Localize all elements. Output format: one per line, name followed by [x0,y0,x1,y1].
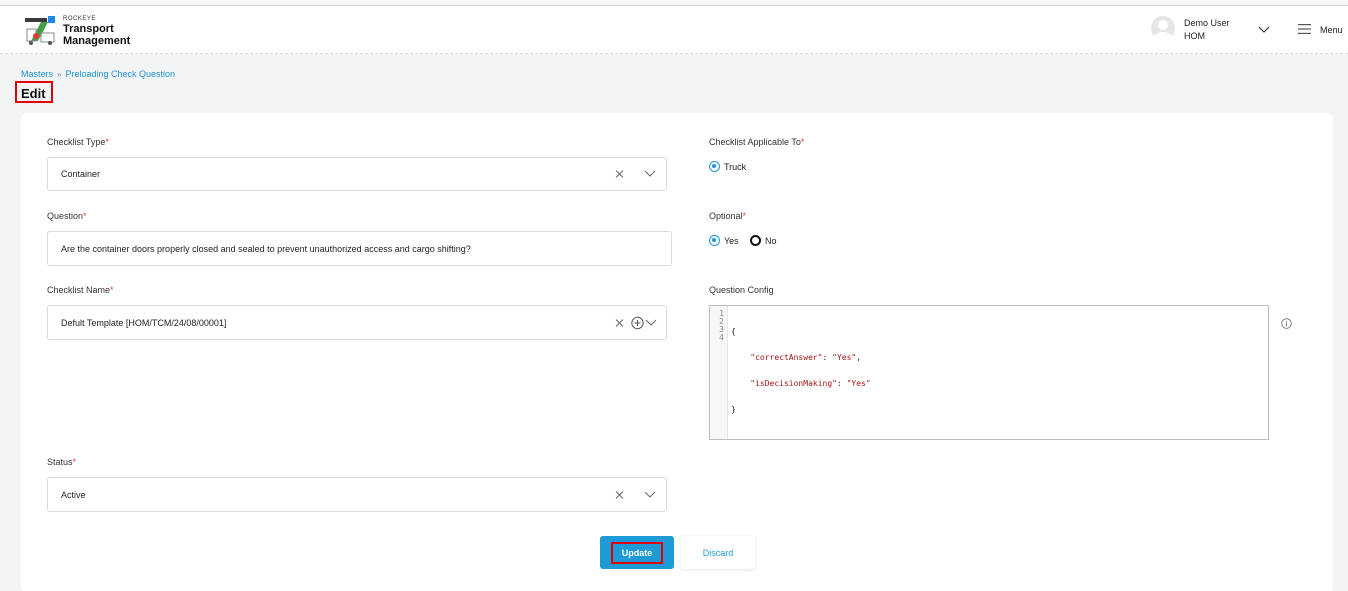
optional-label: Optional* [709,211,747,221]
discard-button[interactable]: Discard [681,536,755,569]
chevron-down-icon[interactable] [645,319,657,327]
radio-checked-icon [709,235,720,246]
status-label: Status* [47,457,77,467]
update-button[interactable]: Update [600,536,674,569]
radio-unchecked-icon [750,235,761,246]
radio-truck-label: Truck [724,161,747,172]
question-config-editor[interactable]: 1 2 3 4 { "correctAnswer": "Yes", "isDec… [709,305,1269,440]
checklist-type-select[interactable]: Container [47,157,667,191]
question-input[interactable]: Are the container doors properly closed … [47,231,672,266]
radio-yes-label: Yes [724,235,739,246]
info-icon[interactable] [1281,318,1292,329]
checklist-name-value: Defult Template [HOM/TCM/24/08/00001] [61,317,227,328]
question-value: Are the container doors properly closed … [61,243,471,254]
status-value: Active [61,489,86,500]
checklist-name-label: Checklist Name* [47,285,114,295]
hamburger-icon[interactable] [1298,24,1311,34]
app-header: ROCKEYE Transport Management Demo User H… [0,6,1348,54]
breadcrumb-current[interactable]: Preloading Check Question [65,69,175,79]
update-button-label: Update [611,541,663,564]
code-content: { "correctAnswer": "Yes", "isDecisionMak… [731,327,871,414]
clear-icon[interactable] [615,490,624,499]
clear-icon[interactable] [615,170,624,179]
line-numbers: 1 2 3 4 [710,306,728,439]
radio-no-label: No [765,235,777,246]
page-title: Edit [15,81,53,103]
add-circle-icon[interactable] [631,316,644,329]
breadcrumb-masters[interactable]: Masters [21,69,53,79]
menu-button[interactable]: Menu [1320,25,1343,35]
checklist-name-select[interactable]: Defult Template [HOM/TCM/24/08/00001] [47,305,667,340]
question-label: Question* [47,211,87,221]
avatar[interactable] [1151,16,1175,40]
clear-icon[interactable] [615,318,624,327]
rockeye-logo-icon [25,16,55,45]
question-config-label: Question Config [709,285,774,295]
breadcrumb-separator-icon: » [57,70,62,79]
chevron-down-icon[interactable] [644,491,656,499]
user-name: Demo User [1184,18,1230,28]
brand: ROCKEYE Transport Management [63,15,130,47]
checklist-type-label: Checklist Type* [47,137,109,147]
radio-checked-icon [709,161,720,172]
chevron-down-icon[interactable] [1258,24,1270,34]
user-branch: HOM [1184,31,1205,41]
status-select[interactable]: Active [47,477,667,512]
breadcrumb: Masters » Preloading Check Question [21,69,175,79]
user-icon [1154,20,1172,40]
brand-line1: Transport [63,23,114,35]
radio-optional-no[interactable]: No [750,235,777,246]
applicable-to-label: Checklist Applicable To* [709,137,805,147]
brand-small: ROCKEYE [63,16,96,22]
user-info[interactable]: Demo User HOM [1184,17,1230,43]
radio-truck[interactable]: Truck [709,161,746,172]
chevron-down-icon[interactable] [644,170,656,178]
brand-line2: Management [63,35,131,47]
checklist-type-value: Container [61,169,101,179]
radio-optional-yes[interactable]: Yes [709,235,739,246]
